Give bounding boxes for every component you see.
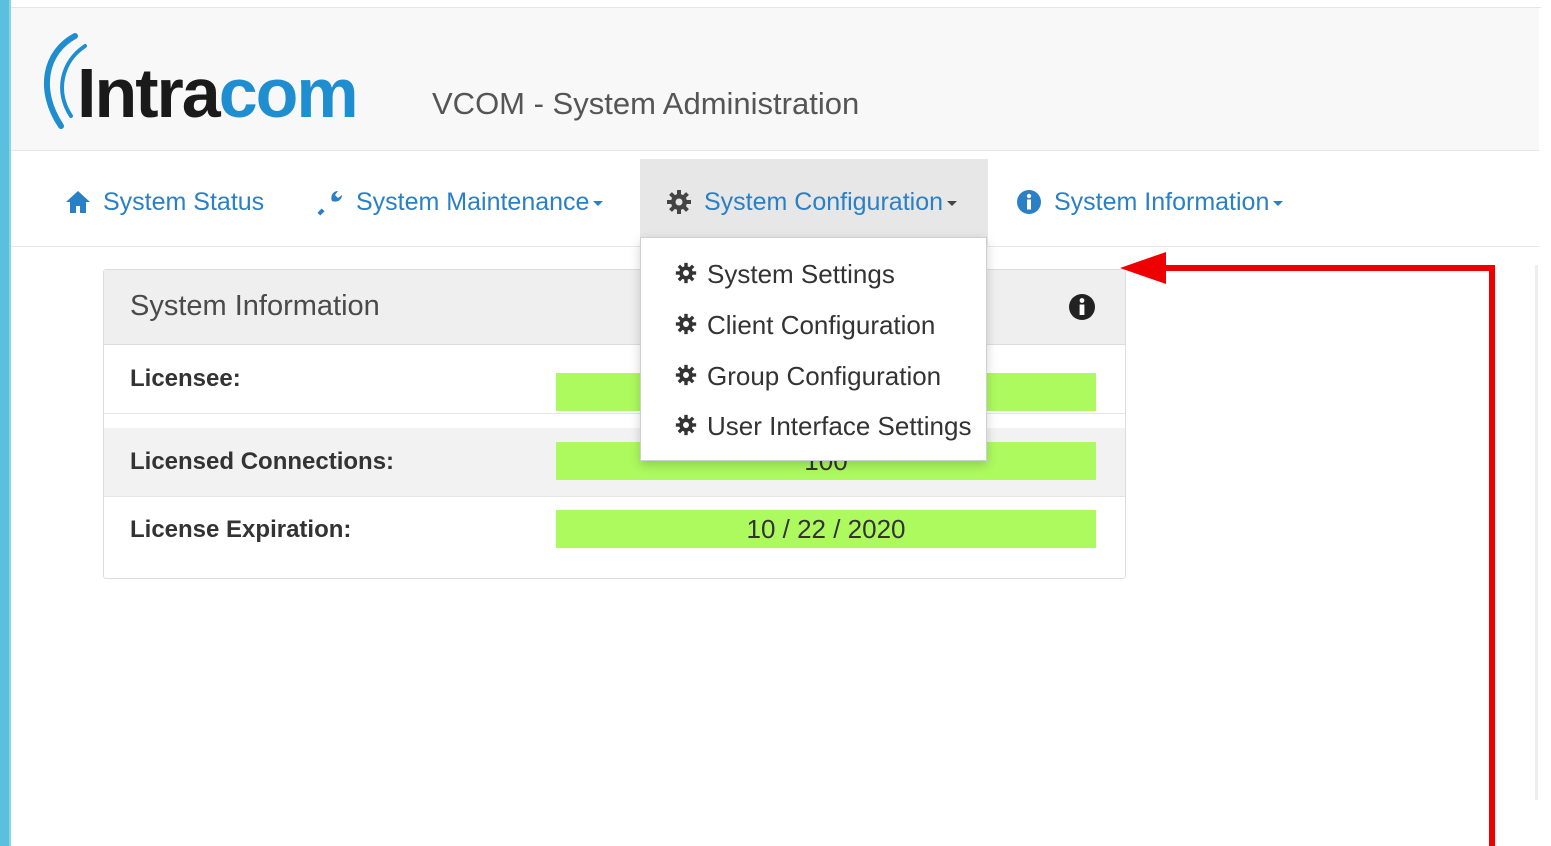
nav-system-status[interactable]: System Status [63, 159, 264, 245]
app-header: Intracom VCOM - System Administration [11, 8, 1539, 151]
info-circle-icon[interactable] [1067, 292, 1097, 322]
menu-item-label: User Interface Settings [707, 410, 972, 441]
nav-system-information[interactable]: System Information [1014, 159, 1284, 245]
row-label: Licensed Connections: [130, 448, 395, 475]
menu-item-system-settings[interactable]: System Settings [675, 254, 895, 294]
nav-label: System Information [1054, 187, 1270, 216]
caret-down-icon [593, 201, 604, 206]
intracom-logo[interactable]: Intracom [35, 30, 385, 130]
caret-down-icon [1273, 201, 1284, 206]
menu-item-label: System Settings [707, 258, 895, 289]
menu-item-label: Client Configuration [707, 309, 936, 340]
nav-system-maintenance[interactable]: System Maintenance [316, 159, 604, 245]
main-navbar: System Status System Maintenance System … [11, 151, 1539, 247]
row-value: 10 / 22 / 2020 [556, 510, 1096, 548]
gear-icon [664, 187, 694, 217]
logo-wordmark: Intracom [77, 58, 359, 128]
top-border [11, 0, 1541, 8]
wrench-icon [316, 187, 346, 217]
left-accent-bar [0, 0, 11, 846]
app-title: VCOM - System Administration [432, 86, 860, 121]
nav-label: System Status [103, 187, 265, 216]
menu-item-label: Group Configuration [707, 360, 942, 391]
nav-label: System Configuration [704, 187, 944, 216]
menu-item-group-configuration[interactable]: Group Configuration [675, 356, 941, 396]
logo-text-dark: Intra [77, 54, 221, 132]
info-row-license-expiration: License Expiration: 10 / 22 / 2020 [104, 496, 1125, 564]
info-circle-icon [1014, 187, 1044, 217]
home-icon [63, 187, 93, 217]
row-label: Licensee: [130, 365, 241, 392]
system-configuration-dropdown: System Settings Client Configuration Gro… [640, 237, 987, 461]
logo-text-blue: com [218, 54, 359, 132]
gear-icon [675, 364, 699, 388]
menu-item-client-configuration[interactable]: Client Configuration [675, 305, 935, 345]
caret-down-icon [947, 201, 958, 206]
row-label: License Expiration: [130, 516, 352, 543]
gear-icon [675, 313, 699, 337]
nav-label: System Maintenance [356, 187, 590, 216]
right-edge-panel [1535, 265, 1538, 800]
menu-item-user-interface-settings[interactable]: User Interface Settings [675, 406, 971, 446]
gear-icon [675, 262, 699, 286]
gear-icon [675, 414, 699, 438]
nav-system-configuration[interactable]: System Configuration [640, 159, 988, 245]
panel-title: System Information [130, 290, 380, 322]
